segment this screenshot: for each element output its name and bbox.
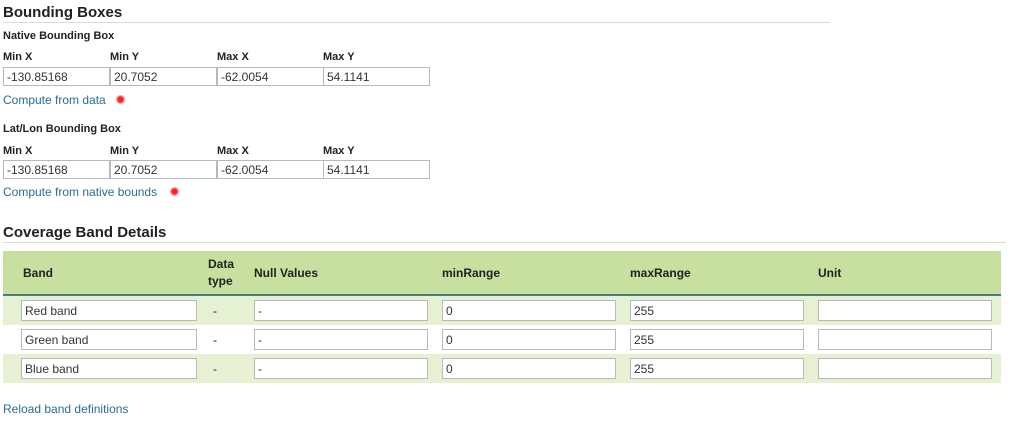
max-range-input[interactable]: [630, 358, 804, 379]
coverage-band-heading: Coverage Band Details: [3, 224, 167, 241]
unit-input[interactable]: [818, 300, 992, 321]
min-range-input[interactable]: [442, 329, 616, 350]
max-range-column-header: maxRange: [630, 251, 818, 296]
section-divider: [3, 22, 830, 23]
min-range-column-header: minRange: [442, 251, 630, 296]
latlon-min-x-label: Min X: [3, 145, 33, 157]
native-max-y-field[interactable]: [323, 67, 430, 86]
status-dot-icon: [116, 95, 125, 104]
null-values-input[interactable]: [254, 300, 428, 321]
reload-band-definitions-link[interactable]: Reload band definitions: [3, 402, 128, 416]
native-bbox-title: Native Bounding Box: [3, 30, 115, 42]
latlon-max-x-field[interactable]: [217, 160, 324, 179]
native-max-y-label: Max Y: [323, 51, 355, 63]
data-type-cell: -: [208, 354, 254, 383]
min-range-input[interactable]: [442, 358, 616, 379]
native-min-y-label: Min Y: [110, 51, 140, 63]
band-column-header: Band: [3, 251, 208, 296]
table-row: -: [3, 354, 1001, 383]
data-type-column-header: Data type: [208, 251, 254, 296]
native-min-y-field[interactable]: [110, 67, 217, 86]
section-divider: [3, 242, 1006, 243]
compute-from-native-bounds-link[interactable]: Compute from native bounds: [3, 185, 157, 199]
table-header-row: Band Data type Null Values minRange maxRa…: [3, 251, 1001, 296]
latlon-min-y-label: Min Y: [110, 145, 140, 157]
unit-input[interactable]: [818, 329, 992, 350]
band-name-input[interactable]: [21, 358, 197, 379]
table-row: -: [3, 295, 1001, 325]
band-name-input[interactable]: [21, 300, 197, 321]
latlon-min-x-field[interactable]: [3, 160, 110, 179]
table-row: -: [3, 325, 1001, 354]
unit-column-header: Unit: [818, 251, 1001, 296]
latlon-min-y-field[interactable]: [110, 160, 217, 179]
null-values-column-header: Null Values: [254, 251, 442, 296]
latlon-max-y-field[interactable]: [323, 160, 430, 179]
max-range-input[interactable]: [630, 329, 804, 350]
native-max-x-label: Max X: [217, 51, 249, 63]
data-type-cell: -: [208, 295, 254, 325]
native-max-x-field[interactable]: [217, 67, 324, 86]
max-range-input[interactable]: [630, 300, 804, 321]
bands-table: Band Data type Null Values minRange maxRa…: [3, 251, 1001, 383]
latlon-bbox-title: Lat/Lon Bounding Box: [3, 123, 121, 135]
native-min-x-field[interactable]: [3, 67, 110, 86]
status-dot-icon: [170, 187, 179, 196]
null-values-input[interactable]: [254, 358, 428, 379]
bounding-boxes-heading: Bounding Boxes: [3, 4, 123, 21]
latlon-max-y-label: Max Y: [323, 145, 355, 157]
data-type-cell: -: [208, 325, 254, 354]
compute-from-data-link[interactable]: Compute from data: [3, 93, 106, 107]
band-name-input[interactable]: [21, 329, 197, 350]
latlon-max-x-label: Max X: [217, 145, 249, 157]
null-values-input[interactable]: [254, 329, 428, 350]
unit-input[interactable]: [818, 358, 992, 379]
min-range-input[interactable]: [442, 300, 616, 321]
native-min-x-label: Min X: [3, 51, 33, 63]
